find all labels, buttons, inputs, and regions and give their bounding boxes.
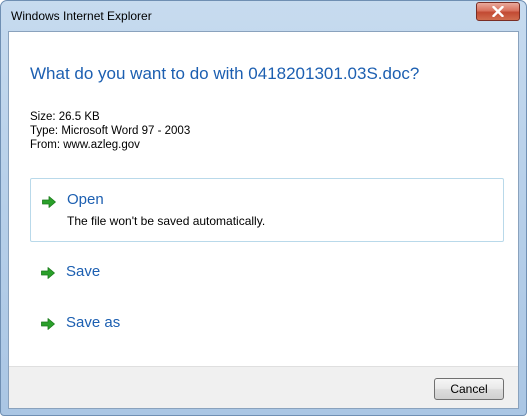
file-type: Type: Microsoft Word 97 - 2003 bbox=[30, 125, 191, 137]
open-label: Open bbox=[67, 191, 104, 208]
dialog-content: What do you want to do with 0418201301.0… bbox=[8, 31, 519, 409]
open-description: The file won't be saved automatically. bbox=[67, 214, 266, 228]
dialog-footer: Cancel bbox=[9, 366, 518, 408]
cancel-button[interactable]: Cancel bbox=[434, 378, 504, 400]
save-option[interactable]: Save bbox=[30, 255, 504, 291]
window-title: Windows Internet Explorer bbox=[11, 9, 152, 23]
green-arrow-icon bbox=[41, 318, 55, 330]
file-info: Size: 26.5 KB Type: Microsoft Word 97 - … bbox=[30, 110, 190, 152]
save-as-option[interactable]: Save as bbox=[30, 306, 504, 342]
green-arrow-icon bbox=[42, 196, 56, 208]
save-as-label: Save as bbox=[66, 314, 121, 331]
close-x-icon bbox=[492, 6, 504, 17]
download-dialog-window: Windows Internet Explorer What do you wa… bbox=[0, 0, 527, 416]
download-question: What do you want to do with 0418201301.0… bbox=[30, 64, 420, 83]
file-source: From: www.azleg.gov bbox=[30, 139, 140, 151]
title-bar[interactable]: Windows Internet Explorer bbox=[1, 1, 526, 30]
save-label: Save bbox=[66, 263, 101, 280]
file-size: Size: 26.5 KB bbox=[30, 111, 100, 123]
open-option[interactable]: Open The file won't be saved automatical… bbox=[30, 178, 504, 242]
close-button[interactable] bbox=[476, 2, 520, 21]
green-arrow-icon bbox=[41, 267, 55, 279]
